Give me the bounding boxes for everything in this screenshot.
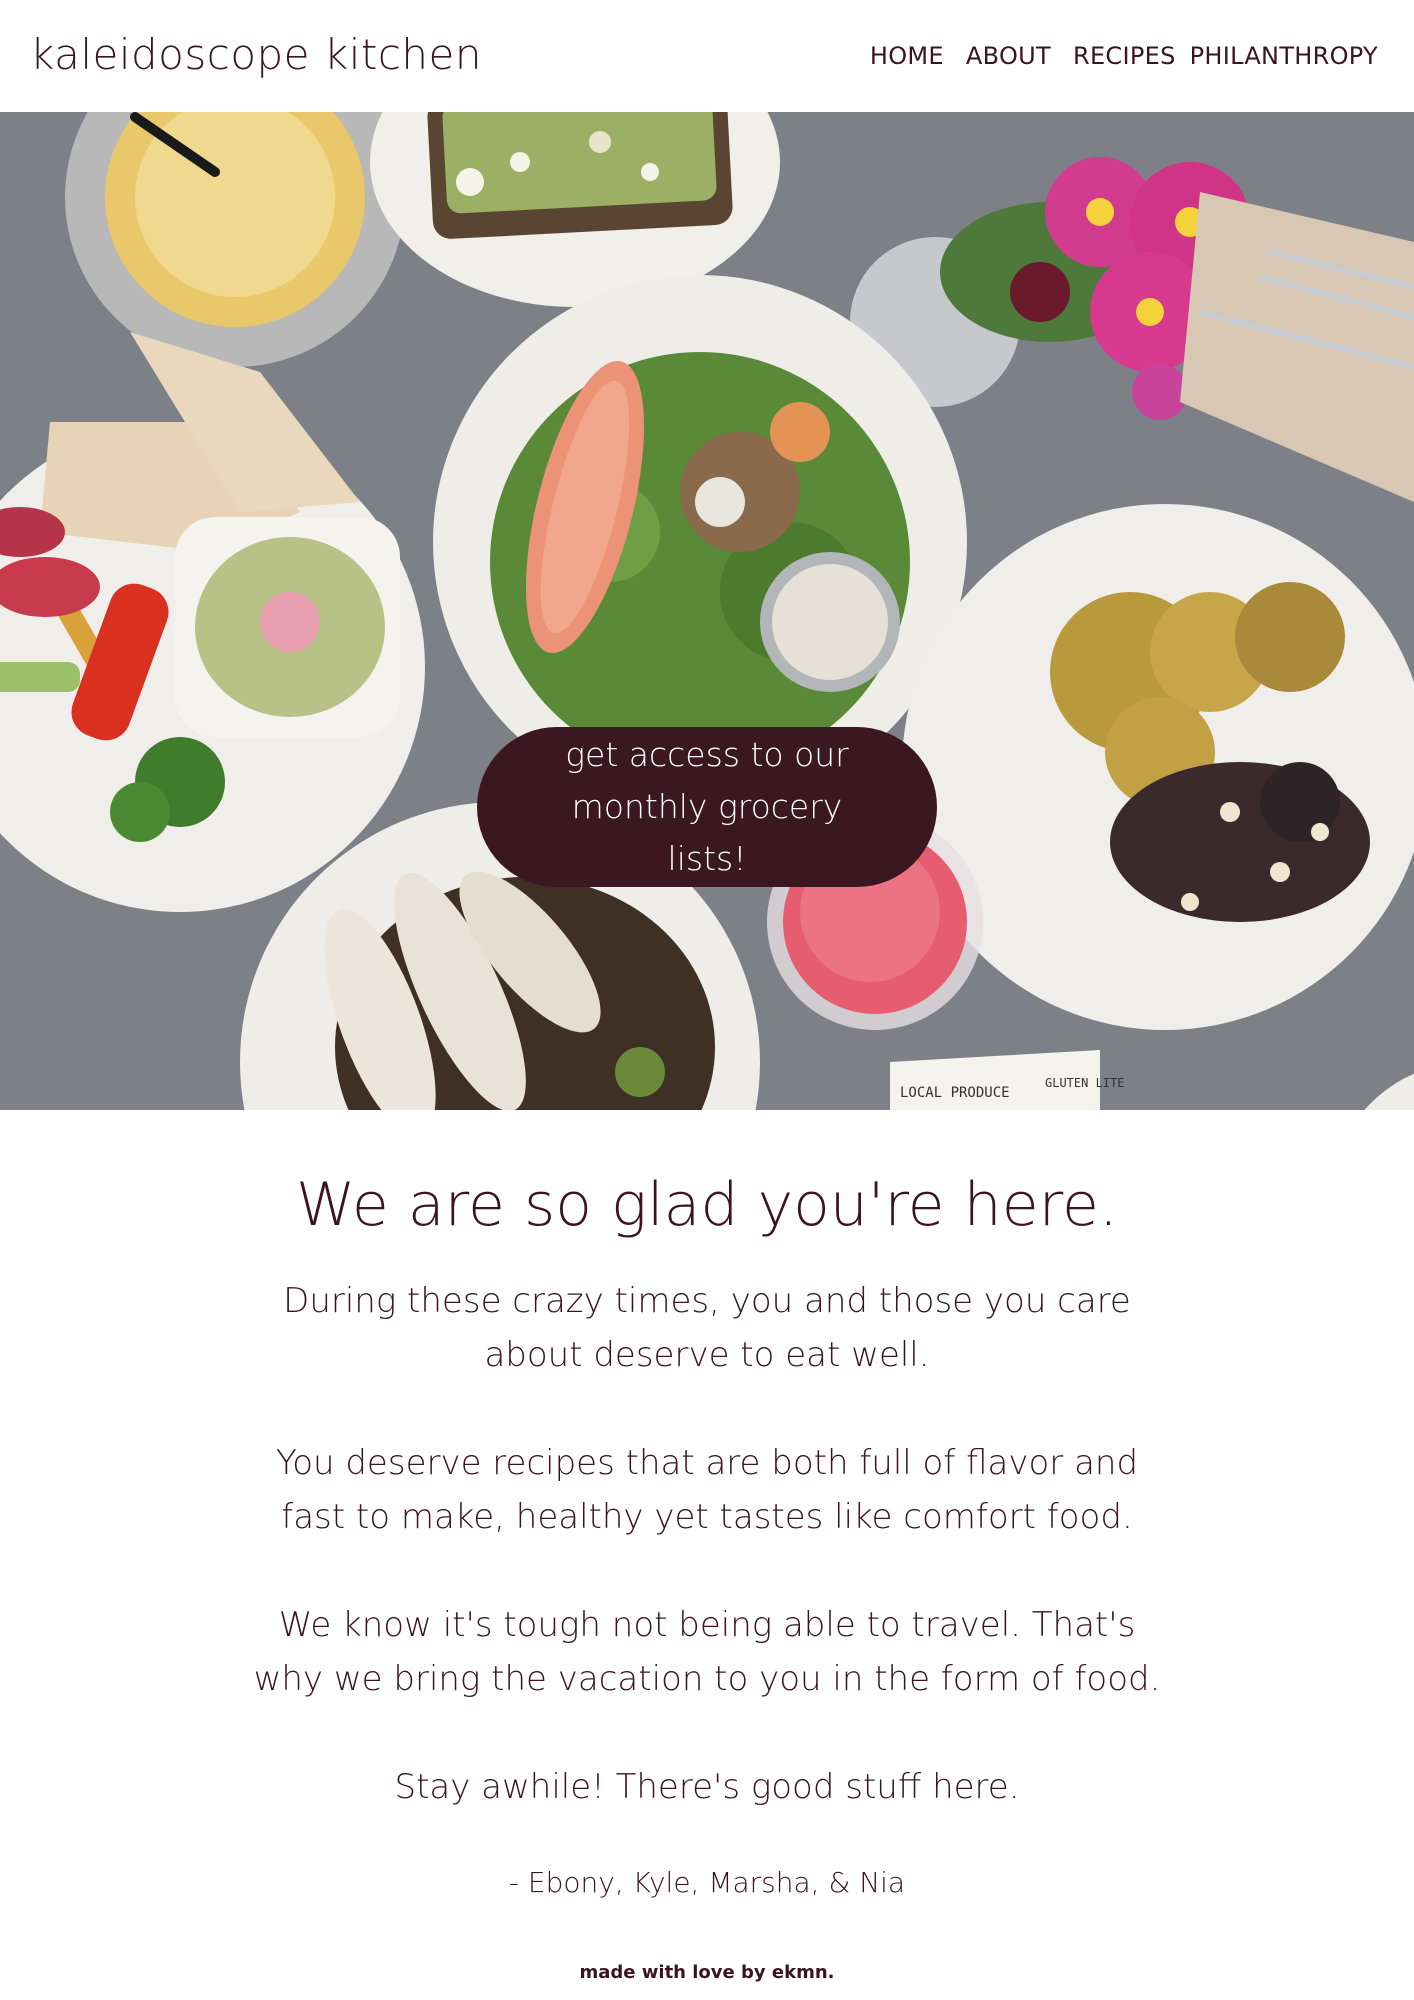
page-title: We are so glad you're here. (296, 1170, 1118, 1240)
nav-about[interactable]: ABOUT (966, 42, 1051, 70)
welcome-text: During these crazy times, you and those … (222, 1274, 1192, 1868)
svg-text:GLUTEN LITE: GLUTEN LITE (1045, 1076, 1124, 1090)
paragraph: During these crazy times, you and those … (283, 1281, 1131, 1375)
grocery-list-button[interactable]: get access to our monthly grocery lists! (477, 727, 937, 887)
signature: - Ebony, Kyle, Marsha, & Nia (508, 1866, 906, 1899)
nav-recipes[interactable]: RECIPES (1073, 42, 1176, 70)
site-header: kaleidoscope kitchen HOME ABOUT RECIPES … (0, 0, 1414, 112)
site-logo[interactable]: kaleidoscope kitchen (30, 30, 482, 79)
main-nav: HOME ABOUT RECIPES PHILANTHROPY (870, 42, 1378, 70)
paragraph: You deserve recipes that are both full o… (275, 1443, 1139, 1537)
svg-text:LOCAL PRODUCE: LOCAL PRODUCE (900, 1085, 1010, 1101)
food-table-illustration: LOCAL PRODUCE GLUTEN LITE (0, 112, 1414, 1110)
nav-home[interactable]: HOME (870, 42, 944, 70)
hero-food-photo: LOCAL PRODUCE GLUTEN LITE get access to … (0, 112, 1414, 1110)
paragraph: We know it's tough not being able to tra… (253, 1605, 1161, 1699)
nav-philanthropy[interactable]: PHILANTHROPY (1190, 42, 1378, 70)
grocery-list-label: get access to our monthly grocery lists! (565, 735, 849, 878)
welcome-section: We are so glad you're here. During these… (0, 1110, 1414, 2000)
footer-credit: made with love by ekmn. (579, 1962, 835, 1983)
paragraph: Stay awhile! There's good stuff here. (394, 1767, 1020, 1807)
